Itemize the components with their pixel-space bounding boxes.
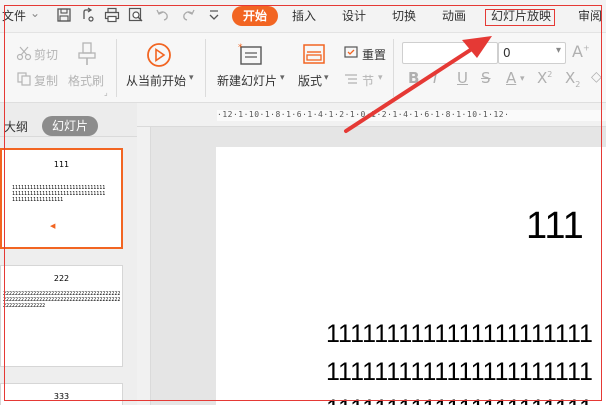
annotation-frame <box>4 5 602 401</box>
annotation-highlight-box <box>485 9 555 26</box>
